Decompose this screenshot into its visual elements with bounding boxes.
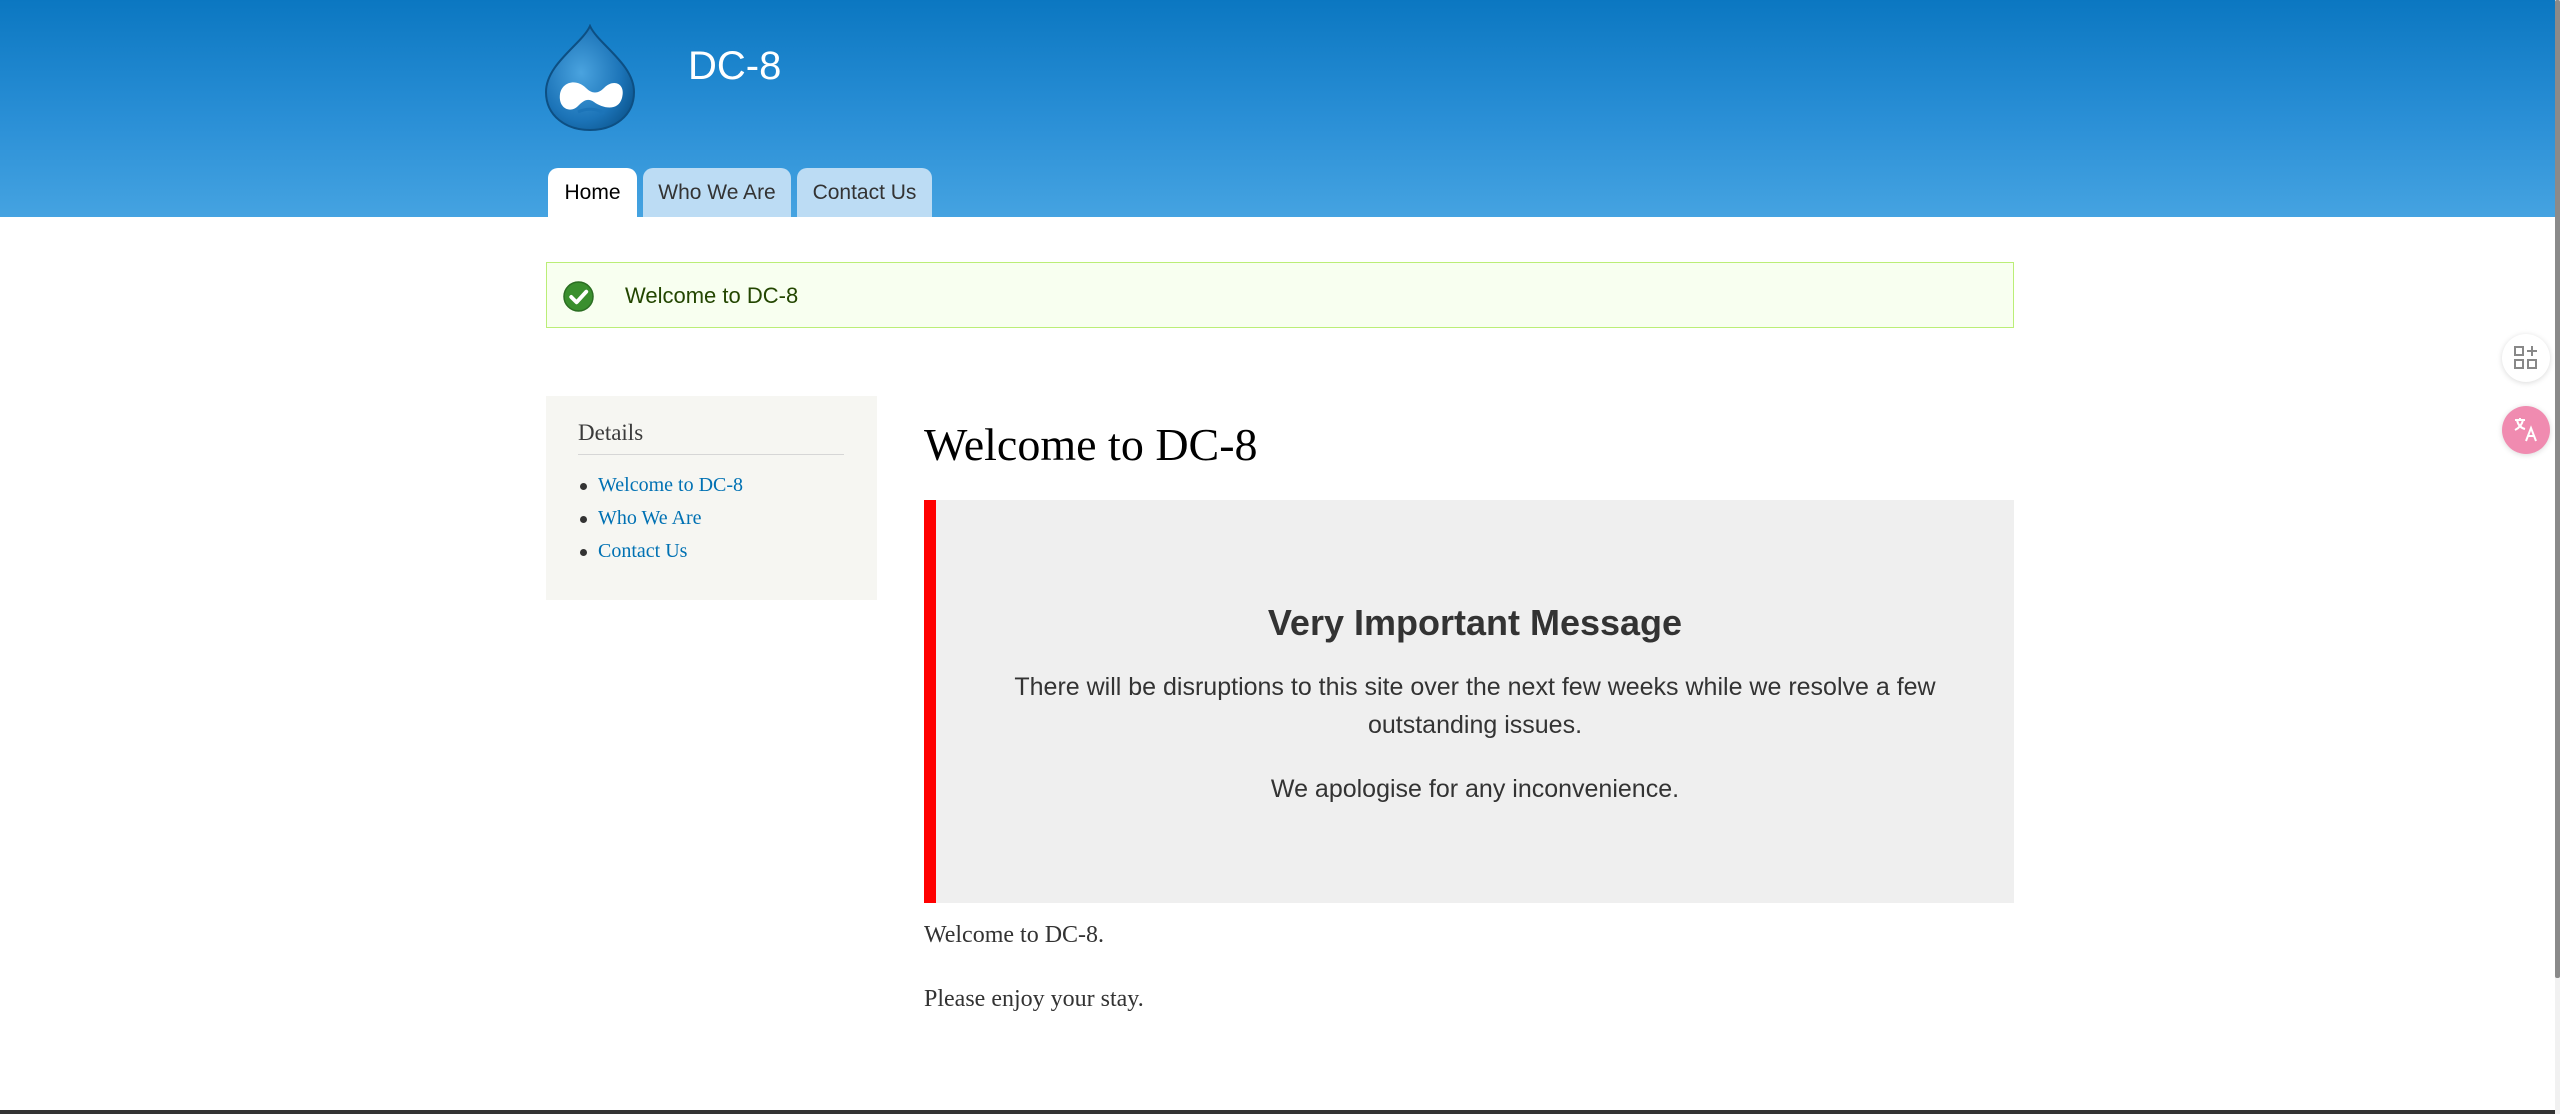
sidebar-item-welcome: Welcome to DC-8 (578, 469, 845, 502)
status-message: Welcome to DC-8 (546, 262, 2014, 328)
notice-heading: Very Important Message (1267, 602, 1683, 643)
notice-apology: We apologise for any inconvenience. (1270, 775, 1680, 803)
bottom-divider (0, 1110, 2555, 1114)
sidebar-item-who-we-are: Who We Are (578, 502, 845, 535)
check-icon (563, 281, 594, 312)
body-paragraph-welcome: Welcome to DC-8. (924, 922, 1105, 948)
drupal-logo-icon[interactable] (542, 24, 638, 132)
apps-widget-button[interactable] (2502, 334, 2550, 382)
important-notice: Very Important Message There will be dis… (924, 500, 2014, 903)
sidebar-menu: Welcome to DC-8 Who We Are Contact Us (578, 469, 845, 568)
tab-contact-us[interactable]: Contact Us (797, 168, 932, 217)
body-paragraph-enjoy: Please enjoy your stay. (924, 986, 1144, 1012)
scrollbar-thumb[interactable] (2555, 0, 2560, 978)
site-header: DC-8 Home Who We Are Contact Us (0, 0, 2555, 217)
sidebar-title: Details (578, 420, 844, 455)
tab-who-we-are[interactable]: Who We Are (643, 168, 791, 217)
sidebar-item-contact-us: Contact Us (578, 535, 845, 568)
notice-body: There will be disruptions to this site o… (1014, 673, 1936, 739)
tab-home[interactable]: Home (548, 168, 637, 217)
sidebar-details: Details Welcome to DC-8 Who We Are Conta… (546, 396, 877, 600)
status-text: Welcome to DC-8 (625, 283, 799, 308)
translate-icon (2514, 418, 2537, 442)
sidebar-link-welcome[interactable]: Welcome to DC-8 (598, 474, 743, 496)
page-title: Welcome to DC-8 (924, 419, 1258, 470)
sidebar-link-contact-us[interactable]: Contact Us (598, 540, 687, 562)
sidebar-link-who-we-are[interactable]: Who We Are (598, 507, 702, 529)
site-name[interactable]: DC-8 (688, 44, 781, 89)
translate-widget-button[interactable] (2502, 406, 2550, 454)
apps-grid-icon (2514, 346, 2537, 369)
